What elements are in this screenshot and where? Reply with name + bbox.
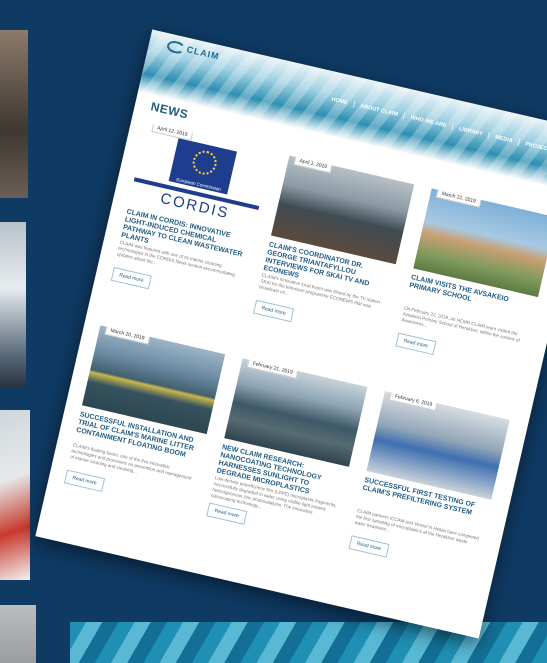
nav-item-who-we-are[interactable]: WHO WE ARE: [410, 114, 447, 128]
news-card: March 20, 2019 SUCCESSFUL INSTALLATION A…: [59, 325, 226, 534]
eu-stars-icon: [190, 148, 220, 178]
news-card: March 22, 2019 CLAIM VISITS THE AVSAKEIO…: [390, 188, 547, 397]
background-photo-3: [0, 410, 30, 580]
logo-text: CLAIM: [185, 44, 221, 62]
news-date: March 22, 2019: [435, 188, 482, 208]
site-logo[interactable]: CLAIM: [165, 39, 221, 63]
nav-separator: [352, 100, 356, 108]
news-date: April 1, 2019: [293, 155, 333, 174]
nav-separator: [517, 138, 521, 146]
background-photo-1: [0, 30, 28, 198]
news-date: April 12, 2019: [151, 122, 194, 142]
news-date: February 21, 2019: [246, 358, 299, 379]
nav-separator: [402, 112, 406, 120]
background-photo-2: [0, 222, 26, 387]
main-nav: HOME ABOUT CLAIM WHO WE ARE LIBRARY MEDI…: [331, 96, 547, 160]
website-screenshot: CLAIM HOME ABOUT CLAIM WHO WE ARE LIBRAR…: [35, 29, 547, 639]
news-card: February 6, 2019 SUCCESSFUL FIRST TESTIN…: [343, 391, 510, 600]
page-title: NEWS: [149, 99, 190, 122]
news-date: March 20, 2019: [104, 325, 151, 345]
eu-flag-icon: European Commission: [168, 138, 238, 195]
background-photo-4: [0, 605, 36, 663]
nav-item-home[interactable]: HOME: [331, 96, 348, 106]
nav-separator: [451, 123, 454, 131]
nav-separator: [487, 131, 491, 139]
logo-mark-icon: [165, 39, 187, 56]
nav-item-media[interactable]: MEDIA: [495, 134, 514, 144]
news-card: February 21, 2019 NEW CLAIM RESEARCH: NA…: [201, 358, 368, 567]
news-card: European Commission CORDIS April 12, 201…: [106, 122, 272, 332]
news-card: April 1, 2019 CLAIM'S COORDINATOR DR. GE…: [248, 155, 415, 365]
nav-item-about[interactable]: ABOUT CLAIM: [360, 103, 399, 118]
nav-item-library[interactable]: LIBRARY: [458, 126, 483, 137]
news-date: February 6, 2019: [388, 391, 439, 412]
nav-item-project-area[interactable]: PROJECT AREA: [525, 141, 547, 156]
